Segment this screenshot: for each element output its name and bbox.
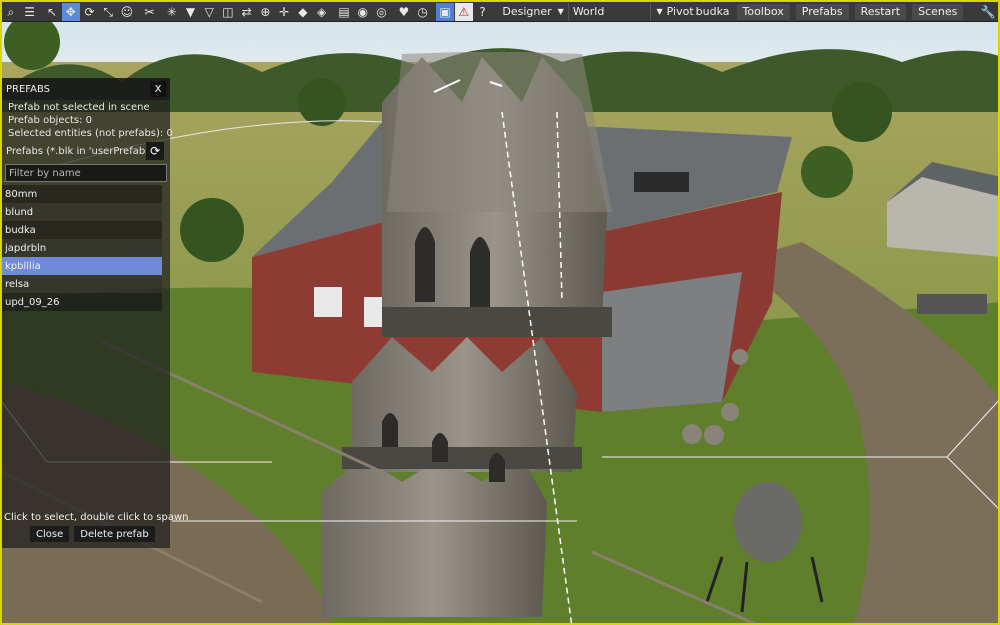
view-icon[interactable]: ◎: [373, 3, 391, 21]
diamond-icon[interactable]: ◆: [294, 3, 312, 21]
toolbox-button[interactable]: Toolbox: [736, 3, 790, 20]
target-icon[interactable]: ⊕: [257, 3, 275, 21]
panel-buttons: Close Delete prefab: [30, 526, 155, 542]
search-icon[interactable]: ⌕: [2, 3, 20, 21]
filter-input[interactable]: [5, 164, 167, 182]
heart-icon[interactable]: ♥: [395, 3, 413, 21]
space-dropdown-value: World: [572, 5, 605, 18]
document-icon[interactable]: ▤: [335, 3, 353, 21]
scale-icon[interactable]: ⤡: [99, 3, 117, 21]
triangle-outline-icon[interactable]: ▽: [200, 3, 218, 21]
restart-button[interactable]: Restart: [854, 3, 907, 20]
menu-icon[interactable]: ☰: [21, 3, 39, 21]
refresh-icon[interactable]: ⟳: [146, 142, 164, 160]
prefab-icon[interactable]: ◈: [313, 3, 331, 21]
list-item-selected[interactable]: kpblllia: [2, 257, 162, 275]
scenes-button[interactable]: Scenes: [912, 3, 964, 20]
prefabs-panel-header: PREFABS X: [2, 78, 170, 100]
wrench-icon[interactable]: 🔧: [979, 3, 997, 21]
overlap-label: budka: [695, 5, 730, 18]
eye-icon[interactable]: ◉: [354, 3, 372, 21]
select-arrow-icon[interactable]: ↖: [43, 3, 61, 21]
help-icon[interactable]: ?: [474, 3, 492, 21]
prefab-list: 80mm blund budka japdrbln kpblllia relsa…: [2, 185, 170, 311]
selected-entities-count: Selected entities (not prefabs): 0: [8, 128, 173, 139]
swap-icon[interactable]: ⇄: [238, 3, 256, 21]
snap-icon[interactable]: ✳: [163, 3, 181, 21]
close-panel-button[interactable]: X: [150, 81, 166, 97]
chevron-down-icon: ▼: [557, 7, 564, 16]
pivot-label: Pivot: [666, 5, 694, 18]
timer-icon[interactable]: ◷: [414, 3, 432, 21]
mirror-icon[interactable]: ◫: [219, 3, 237, 21]
list-item[interactable]: 80mm: [2, 185, 162, 203]
mode-dropdown-value: Designer: [502, 5, 552, 18]
list-item[interactable]: relsa: [2, 275, 162, 293]
editor-toolbar: ⌕ ☰ ↖ ✥ ⟳ ⤡ ☺ ✂ ✳ ▼ ▽ ◫ ⇄ ⊕ ✛ ◆ ◈ ▤ ◉ ◎ …: [2, 2, 998, 22]
face-icon[interactable]: ☺: [118, 3, 136, 21]
prefab-status-text: Prefab not selected in scene: [8, 102, 150, 113]
list-item[interactable]: upd_09_26: [2, 293, 162, 311]
triangle-down-icon[interactable]: ▼: [182, 3, 200, 21]
prefabs-panel-title: PREFABS: [6, 83, 51, 95]
crosshair-icon[interactable]: ✛: [275, 3, 293, 21]
list-item[interactable]: blund: [2, 203, 162, 221]
prefab-objects-count: Prefab objects: 0: [8, 115, 93, 126]
list-item[interactable]: budka: [2, 221, 162, 239]
prefabs-path-row: Prefabs (*.blk in 'userPrefabs' fc ⟳: [2, 140, 170, 160]
warning-icon[interactable]: ⚠: [454, 2, 473, 21]
save-icon[interactable]: ▣: [436, 2, 454, 21]
prefabs-panel: PREFABS X Prefab not selected in scene P…: [2, 78, 189, 548]
prefabs-path-label: Prefabs (*.blk in 'userPrefabs' fc: [6, 145, 146, 157]
move-icon[interactable]: ✥: [61, 2, 80, 21]
list-item[interactable]: japdrbln: [2, 239, 162, 257]
chevron-down-icon: ▼: [656, 7, 663, 16]
cut-icon[interactable]: ✂: [141, 3, 159, 21]
click-hint-text: Click to select, double click to spawn: [4, 512, 189, 523]
delete-prefab-button[interactable]: Delete prefab: [74, 526, 155, 542]
pivot-dropdown[interactable]: ▼ Pivot budka: [651, 3, 734, 21]
prefabs-button[interactable]: Prefabs: [795, 3, 849, 20]
rotate-icon[interactable]: ⟳: [81, 3, 99, 21]
mode-dropdown[interactable]: Designer ▼: [498, 2, 569, 21]
space-dropdown[interactable]: World: [569, 2, 652, 21]
close-button[interactable]: Close: [30, 526, 70, 542]
